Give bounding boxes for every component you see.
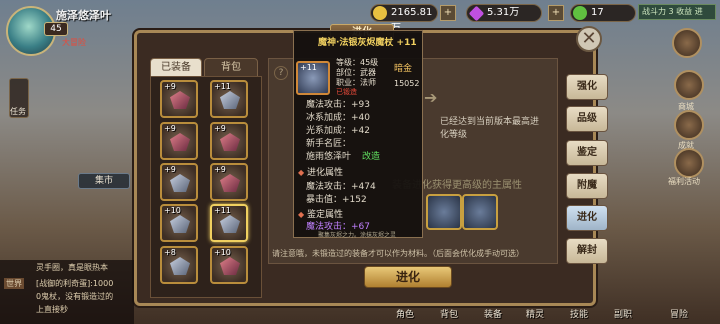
nav-spirit[interactable]: 精灵 (526, 307, 544, 320)
nav-backpack[interactable]: 背包 (440, 307, 458, 320)
diamond-icon: ◆ (298, 210, 305, 219)
nav-character[interactable]: 角色 (396, 307, 414, 320)
tab-enhance[interactable]: 强化 (566, 74, 608, 100)
hint-text: 请注意哦，未锻造过的装备才可以作为材料。（后面会优化成手动可选） (272, 249, 524, 258)
boots-icon (220, 174, 240, 192)
welfare-label: 福利活动 (668, 177, 700, 186)
vip-label: 大冒险 (62, 38, 86, 47)
shop-button[interactable] (674, 70, 704, 100)
equipment-slot[interactable]: +9 (160, 122, 198, 160)
welfare-button[interactable] (674, 148, 704, 178)
item-name: 魔神·法银灰烬魔杖 +11 (318, 38, 417, 48)
flavor-text: 聚集灰烬之力。涂抹灰烬之灵 (318, 232, 397, 239)
nav-sub-job[interactable]: 副职 (614, 307, 632, 320)
player-level-badge: 45 (44, 22, 68, 36)
gem-icon (468, 5, 485, 22)
item-score: 15052 (394, 79, 420, 88)
ring-icon (170, 215, 190, 233)
tab-enchant[interactable]: 附魔 (566, 173, 608, 199)
add-gold-button[interactable]: + (440, 5, 456, 21)
pants-icon (220, 133, 240, 151)
chat-line: [战御的利奇蛋]:1000 (36, 279, 114, 288)
material-slots (412, 194, 498, 234)
belt-icon (170, 174, 190, 192)
tab-identify[interactable]: 鉴定 (566, 140, 608, 166)
achievement-button[interactable] (674, 110, 704, 140)
smith-name: 施雨悠泽叶 (306, 152, 352, 162)
equipment-slot[interactable]: +9 (210, 163, 248, 201)
tab-equipped[interactable]: 已装备 (150, 58, 202, 78)
item-status: 已锻造 (336, 88, 357, 96)
armor-icon (170, 133, 190, 151)
equipment-slot[interactable]: +10 (160, 204, 198, 242)
staff-icon: +11 (296, 61, 330, 95)
tab-backpack[interactable]: 背包 (204, 58, 258, 78)
staff-icon (220, 215, 240, 233)
max-level-text: 已经达到当前版本最高进化等级 (440, 117, 540, 140)
close-button[interactable]: ✕ (576, 26, 602, 52)
gold-coin-icon (373, 6, 387, 20)
equipment-slot[interactable]: +10 (210, 246, 248, 284)
equipment-slot-selected[interactable]: +11 (210, 204, 248, 242)
material-slot[interactable] (462, 194, 498, 230)
shoulder-icon (220, 91, 240, 109)
equipment-slot[interactable]: +11 (210, 80, 248, 118)
tab-unseal[interactable]: 解封 (566, 238, 608, 264)
equipment-slot[interactable]: +9 (210, 122, 248, 160)
quest-label: 任务 (10, 107, 26, 116)
help-icon[interactable]: ? (274, 66, 288, 80)
chat-box[interactable]: 灵手圈，真是眼热本 世界 [战御的利奇蛋]:1000 0鬼杖，没有锻造过的 上直… (0, 260, 134, 324)
evolve-button[interactable]: 进化 (364, 266, 452, 288)
chat-line: 灵手圈，真是眼热本 (36, 263, 108, 272)
arrow-right-icon: ➔ (424, 88, 438, 107)
item-quality: 暗金 (394, 64, 413, 74)
heart-counter: 17 (570, 4, 636, 22)
gem-counter: 5.31万 (466, 4, 542, 22)
tab-grade[interactable]: 品级 (566, 106, 608, 132)
smith-label: 新手名匠： (306, 139, 352, 149)
bracelet-icon (220, 257, 240, 275)
gold-counter: 2165.81万 (370, 4, 438, 34)
market-button[interactable]: 集市 (78, 173, 130, 189)
material-slot[interactable] (426, 194, 462, 230)
combat-power-label: 战斗力 3 收益 进 (638, 4, 716, 20)
tab-evolve[interactable]: 进化 (566, 205, 608, 231)
heart-icon (573, 6, 587, 20)
compass-icon[interactable] (672, 28, 702, 58)
smith-action[interactable]: 改造 (362, 149, 380, 162)
add-gem-button[interactable]: + (548, 5, 564, 21)
diamond-icon: ◆ (298, 168, 305, 177)
chat-channel-tag: 世界 (4, 278, 24, 289)
gem-value: 5.31万 (487, 7, 520, 18)
nav-skills[interactable]: 技能 (570, 307, 588, 320)
player-name: 施泽悠泽叶 (56, 9, 111, 22)
necklace-icon (170, 257, 190, 275)
heart-value: 17 (591, 7, 604, 18)
close-icon: ✕ (581, 28, 597, 49)
equipment-slot[interactable]: +9 (160, 163, 198, 201)
chat-line: 上直接秒 (36, 305, 68, 314)
evo-header: 进化属性 (307, 168, 344, 178)
chat-line: 0鬼杖，没有锻造过的 (36, 292, 114, 301)
equipment-slot[interactable]: +8 (160, 246, 198, 284)
item-tooltip: 魔神·法银灰烬魔杖 +11 +11 等级：45级 部位：武器 职业：法师 已锻造… (293, 30, 423, 239)
nav-equipment[interactable]: 装备 (484, 307, 502, 320)
nav-adventure[interactable]: 冒险 (670, 307, 688, 320)
equipment-slot[interactable]: +9 (160, 80, 198, 118)
helmet-icon (170, 91, 190, 109)
